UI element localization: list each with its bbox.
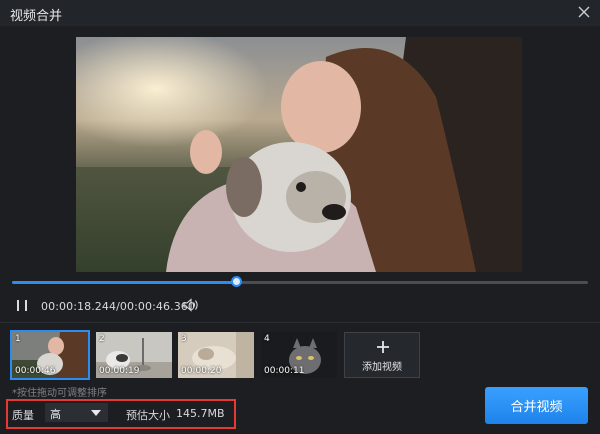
- quality-label: 质量: [12, 409, 34, 422]
- window-title: 视频合并: [10, 9, 63, 24]
- clip-duration: 00:00:19: [99, 366, 140, 376]
- add-video-button[interactable]: 添加视频: [344, 332, 420, 378]
- progress-bar[interactable]: [12, 276, 588, 287]
- clip-index: 1: [15, 334, 21, 344]
- video-preview[interactable]: [76, 37, 522, 272]
- clip-index: 2: [99, 334, 105, 344]
- add-video-label: 添加视频: [362, 362, 402, 373]
- clip-duration: 00:00:11: [264, 366, 305, 376]
- clip-index: 3: [181, 334, 187, 344]
- title-bar: 视频合并: [0, 0, 600, 26]
- clip-index: 4: [264, 334, 270, 344]
- close-icon[interactable]: [576, 4, 592, 20]
- chevron-down-icon: [91, 410, 101, 416]
- estimated-size-value: 145.7MB: [176, 407, 225, 420]
- plus-icon: [377, 341, 389, 353]
- clip-duration: 00:00:20: [181, 366, 222, 376]
- quality-select[interactable]: 高: [45, 403, 108, 422]
- time-display: 00:00:18.244/00:00:46.360: [41, 300, 195, 313]
- clip-thumbnail[interactable]: 1 00:00:46: [10, 330, 90, 380]
- clip-thumbnail[interactable]: 2 00:00:19: [96, 332, 172, 378]
- quality-value: 高: [50, 408, 61, 421]
- clip-thumbnail[interactable]: 3 00:00:20: [178, 332, 254, 378]
- clip-duration: 00:00:46: [15, 366, 56, 376]
- divider: [0, 322, 600, 323]
- progress-played: [12, 281, 238, 284]
- video-merge-window: 视频合并 00:00:18.244/00:00:46.360 1 00:00:4…: [0, 0, 600, 434]
- volume-icon[interactable]: [183, 298, 199, 312]
- estimated-size-label: 预估大小: [126, 409, 170, 422]
- pause-icon[interactable]: [16, 300, 28, 311]
- merge-video-button[interactable]: 合并视频: [485, 387, 588, 424]
- clip-thumbnail[interactable]: 4 00:00:11: [261, 332, 337, 378]
- reorder-hint: *按住拖动可调整排序: [12, 388, 107, 399]
- progress-thumb[interactable]: [231, 276, 243, 287]
